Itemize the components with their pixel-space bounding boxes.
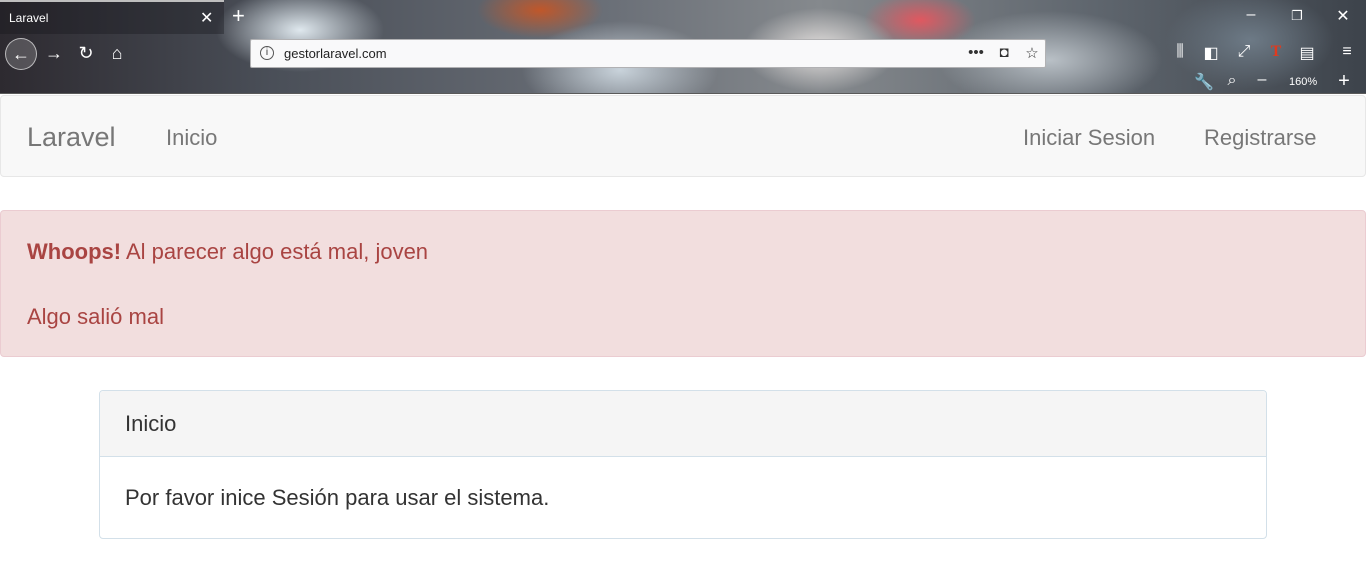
alert-error-item: Algo salió mal xyxy=(27,304,164,329)
alert-title: Whoops! Al parecer algo está mal, joven xyxy=(27,239,428,265)
panel-heading: Inicio xyxy=(100,391,1266,457)
url-text[interactable]: gestorlaravel.com xyxy=(284,46,387,61)
tab-title: Laravel xyxy=(9,11,49,25)
more-icon[interactable]: ••• xyxy=(966,44,986,61)
library-icon[interactable]: ⫼ xyxy=(1169,43,1191,61)
nav-link-register[interactable]: Registrarse xyxy=(1204,125,1316,151)
forward-arrow-icon[interactable]: → xyxy=(40,40,68,68)
panel: Inicio Por favor inice Sesión para usar … xyxy=(99,390,1267,539)
reload-icon[interactable]: ↻ xyxy=(72,40,100,68)
zoom-icon[interactable]: ⌕ xyxy=(1221,72,1243,90)
close-icon[interactable]: ✕ xyxy=(200,8,213,28)
wrench-icon[interactable]: 🔧 xyxy=(1193,72,1215,92)
navbar-brand[interactable]: Laravel xyxy=(27,122,116,153)
star-icon[interactable]: ☆ xyxy=(1022,44,1042,62)
zoom-level[interactable]: 160% xyxy=(1289,76,1317,88)
close-window-icon[interactable]: ✕ xyxy=(1333,6,1353,26)
info-icon[interactable]: i xyxy=(260,46,274,60)
zoom-out-icon[interactable]: – xyxy=(1251,71,1273,89)
zoom-in-icon[interactable]: + xyxy=(1333,70,1355,93)
sidebar-icon[interactable]: ◧ xyxy=(1200,43,1222,63)
nav-link-inicio[interactable]: Inicio xyxy=(166,125,217,151)
navbar: Laravel Inicio Iniciar Sesion Registrars… xyxy=(0,95,1366,177)
plus-icon[interactable]: + xyxy=(232,3,245,29)
minimize-icon[interactable]: – xyxy=(1241,6,1261,24)
home-icon[interactable]: ⌂ xyxy=(103,40,131,68)
fullscreen-icon[interactable]: ⤢ xyxy=(1233,43,1255,61)
reader-icon[interactable]: ▤ xyxy=(1296,43,1318,63)
alert-strong: Whoops! xyxy=(27,239,122,264)
nav-link-login[interactable]: Iniciar Sesion xyxy=(1023,125,1155,151)
menu-icon[interactable]: ≡ xyxy=(1336,43,1358,61)
alert-message: Al parecer algo está mal, joven xyxy=(121,239,429,264)
url-bar[interactable]: i gestorlaravel.com ••• ◘ ☆ xyxy=(250,39,1046,68)
error-alert: Whoops! Al parecer algo está mal, joven … xyxy=(0,210,1366,357)
pocket-icon[interactable]: ◘ xyxy=(994,44,1014,61)
browser-tab[interactable]: Laravel ✕ xyxy=(0,0,224,34)
panel-title: Inicio xyxy=(125,411,177,436)
browser-chrome: Laravel ✕ + – ❐ ✕ ← → ↻ ⌂ i gestorlarave… xyxy=(0,0,1366,94)
restore-icon[interactable]: ❐ xyxy=(1287,8,1307,24)
back-arrow-icon[interactable]: ← xyxy=(5,38,37,70)
text-icon[interactable]: T xyxy=(1265,43,1287,61)
panel-body: Por favor inice Sesión para usar el sist… xyxy=(125,485,550,510)
